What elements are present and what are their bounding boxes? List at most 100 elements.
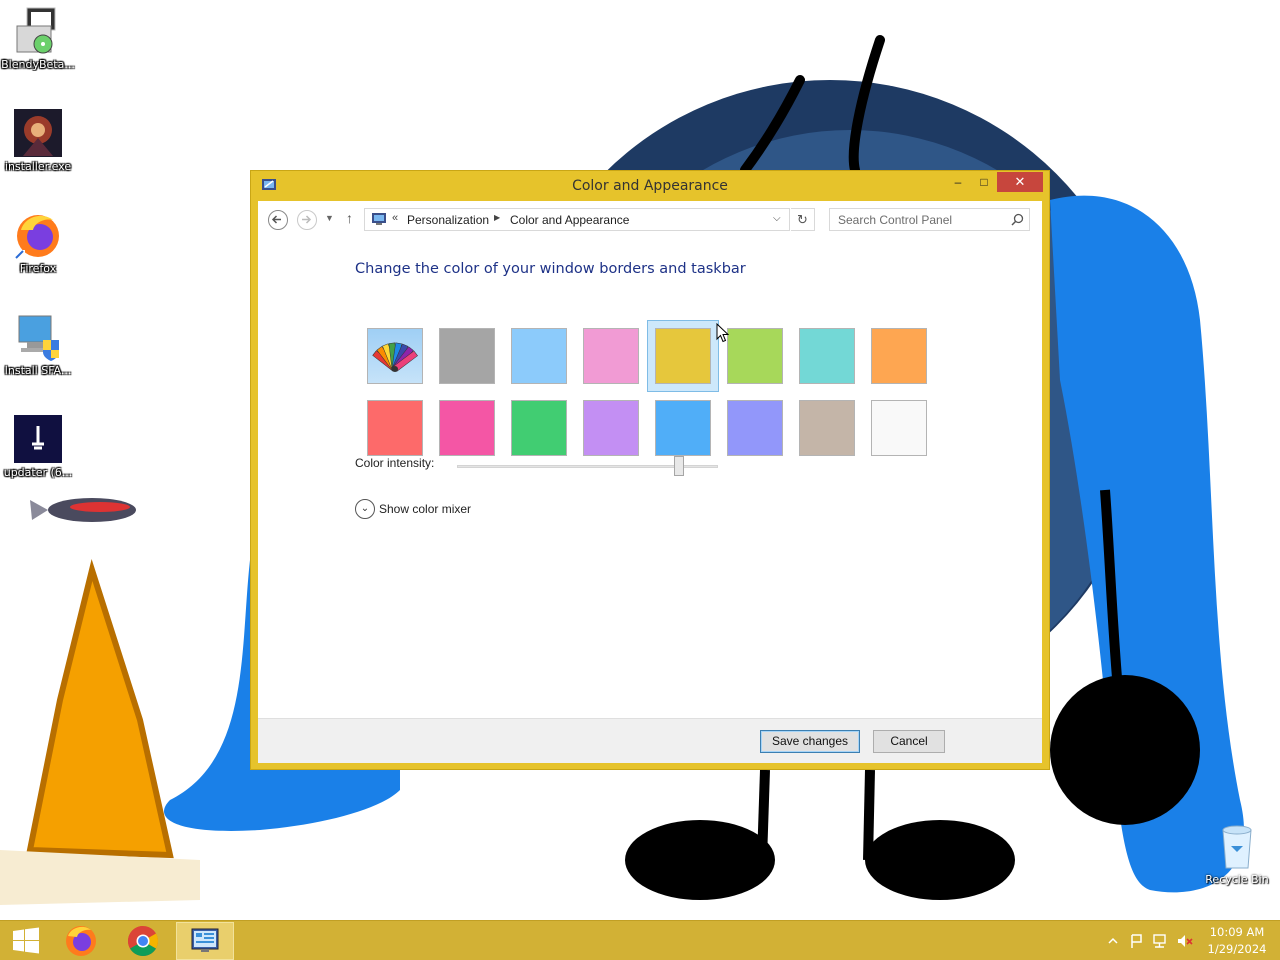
show-color-mixer-link[interactable]: Show color mixer [379,502,471,516]
control-panel-icon [191,928,219,952]
automatic-color-swatch [367,328,423,384]
desktop-icon-label: installer.exe [4,160,72,173]
desktop-icon-install-sfa[interactable]: Install SFA... [0,312,76,377]
search-box[interactable]: Search Control Panel [829,208,1030,231]
up-arrow-icon[interactable]: ↑ [346,210,353,226]
chevron-down-icon[interactable]: ⌵ [773,213,781,224]
slider-thumb[interactable] [673,456,684,476]
breadcrumb-overflow-icon[interactable]: « [392,212,398,224]
volume-muted-icon[interactable] [1178,935,1193,947]
breadcrumb-personalization[interactable]: Personalization [407,213,489,227]
refresh-button[interactable]: ↻ [791,208,815,231]
color-swatch-fill [367,400,423,456]
close-button[interactable]: ✕ [997,172,1043,192]
color-swatch-fill [727,328,783,384]
control-panel-icon [372,213,386,225]
desktop-icon-label: Install SFA... [4,364,72,377]
desktop-icon-label: Firefox [19,262,57,275]
color-swatch[interactable] [863,392,935,464]
color-swatch[interactable] [431,320,503,392]
recent-locations-icon[interactable]: ▼ [325,213,334,223]
recycle-bin-icon [1222,825,1252,869]
color-swatch[interactable] [863,320,935,392]
taskbar-firefox[interactable] [56,922,106,960]
updater-icon [13,414,63,464]
minimize-button[interactable]: – [945,172,971,192]
back-button[interactable] [268,210,288,230]
desktop-icon-recycle-bin[interactable]: Recycle Bin [1202,822,1272,886]
taskbar-chrome[interactable] [118,922,168,960]
taskbar: 10:09 AM 1/29/2024 [0,920,1280,960]
color-swatch-fill [439,328,495,384]
recycle-bin-label: Recycle Bin [1205,873,1269,886]
color-swatch-fill [655,400,711,456]
firefox-icon [66,926,96,956]
color-swatch[interactable] [575,392,647,464]
expand-chevron-icon[interactable]: ⌄ [355,499,375,519]
save-changes-button[interactable]: Save changes [760,730,860,753]
color-swatch-fill [439,400,495,456]
color-swatch-fill [871,400,927,456]
taskbar-control-panel[interactable] [176,922,234,960]
title-bar[interactable]: Color and Appearance – □ ✕ [251,171,1049,201]
desktop-icon-label: updater (6... [3,466,73,479]
action-center-flag-icon[interactable] [1131,934,1142,948]
color-swatch[interactable] [503,320,575,392]
setup-icon [13,312,63,362]
color-swatch[interactable] [575,320,647,392]
maximize-button[interactable]: □ [971,172,997,192]
arrow-right-icon [302,215,312,224]
color-swatch[interactable] [431,392,503,464]
color-swatch[interactable] [647,320,719,392]
mouse-cursor-icon [716,323,729,343]
forward-button[interactable] [297,210,317,230]
color-appearance-window: Color and Appearance – □ ✕ ▼ ↑ « Persona… [250,170,1050,770]
dialog-footer: Save changes Cancel [258,718,1042,763]
firefox-icon [13,210,63,260]
color-swatch[interactable] [791,392,863,464]
start-button[interactable] [0,922,52,960]
breadcrumb-color-and-appearance[interactable]: Color and Appearance [510,213,629,227]
color-swatch[interactable] [359,320,431,392]
window-client-area: ▼ ↑ « Personalization ▶ Color and Appear… [258,201,1042,763]
color-swatch-fill [799,400,855,456]
color-swatch[interactable] [719,320,791,392]
color-swatch-fill [511,400,567,456]
color-swatch[interactable] [359,392,431,464]
windows-logo-icon [13,927,39,954]
desktop-icon-blendybeta[interactable]: BlendyBeta... [0,6,76,71]
color-swatch-fill [799,328,855,384]
color-intensity-label: Color intensity: [355,456,435,470]
arrow-left-icon [271,215,281,224]
color-swatch[interactable] [503,392,575,464]
installer-exe-icon [13,108,63,158]
search-icon [1011,213,1024,226]
system-tray [1104,931,1204,951]
clock-time[interactable]: 10:09 AM [1204,925,1270,939]
desktop-icon-firefox[interactable]: Firefox [0,210,76,275]
address-bar[interactable]: « Personalization ▶ Color and Appearance… [364,208,790,231]
show-hidden-icons-icon[interactable] [1108,937,1118,944]
search-input[interactable]: Search Control Panel [838,213,952,227]
desktop-icon-installer[interactable]: installer.exe [0,108,76,173]
color-swatch[interactable] [647,392,719,464]
color-palette-icon [372,342,418,372]
network-icon[interactable] [1153,934,1166,948]
color-swatch-fill [871,328,927,384]
clock-date[interactable]: 1/29/2024 [1204,942,1270,956]
refresh-icon: ↻ [797,212,808,227]
desktop-icon-updater[interactable]: updater (6... [0,414,76,479]
desktop-icon-label: BlendyBeta... [1,58,75,71]
cancel-button[interactable]: Cancel [873,730,945,753]
installer-icon [13,6,63,56]
window-title: Color and Appearance [572,178,728,194]
color-swatch-fill [583,400,639,456]
color-swatch[interactable] [791,320,863,392]
color-swatch[interactable] [719,392,791,464]
chrome-icon [127,926,159,957]
page-heading: Change the color of your window borders … [355,261,746,277]
color-swatch-fill [583,328,639,384]
color-swatch-fill [511,328,567,384]
breadcrumb-separator-icon[interactable]: ▶ [494,213,500,222]
color-swatch-fill [655,328,711,384]
